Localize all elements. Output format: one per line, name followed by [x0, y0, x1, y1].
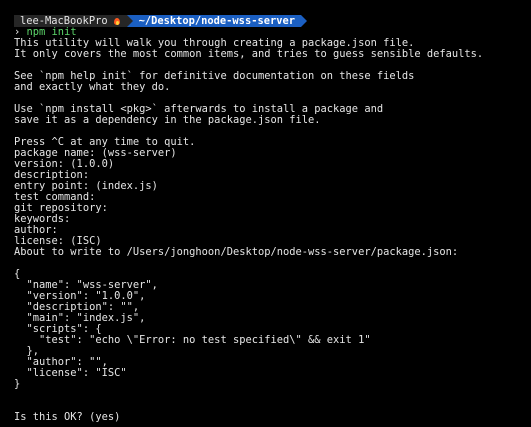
output-line: "test": "echo \"Error: no test specified… — [14, 334, 371, 346]
output-line: git repository: — [14, 202, 108, 214]
output-line: About to write to /Users/jonghoon/Deskto… — [14, 246, 459, 258]
prompt-host-segment: lee-MacBookPro — [14, 15, 127, 27]
prompt-host: lee-MacBookPro — [20, 15, 108, 27]
fire-icon — [113, 17, 121, 26]
output-line: } — [14, 378, 21, 390]
command-output: This utility will walk you through creat… — [14, 38, 531, 423]
output-line: It only covers the most common items, an… — [14, 48, 484, 60]
output-line: keywords: — [14, 213, 71, 225]
shell-prompt: lee-MacBookPro ~/Desktop/node-wss-server — [14, 15, 531, 27]
output-line: and exactly what they do. — [14, 81, 171, 93]
powerline-end-icon — [301, 15, 307, 27]
terminal-window[interactable]: lee-MacBookPro ~/Desktop/node-wss-server… — [0, 0, 531, 427]
output-line: Is this OK? (yes) — [14, 411, 121, 423]
output-line: "license": "ISC" — [14, 367, 127, 379]
prompt-path: ~/Desktop/node-wss-server — [132, 15, 301, 27]
output-line: version: (1.0.0) — [14, 158, 115, 170]
output-line: save it as a dependency in the package.j… — [14, 114, 321, 126]
